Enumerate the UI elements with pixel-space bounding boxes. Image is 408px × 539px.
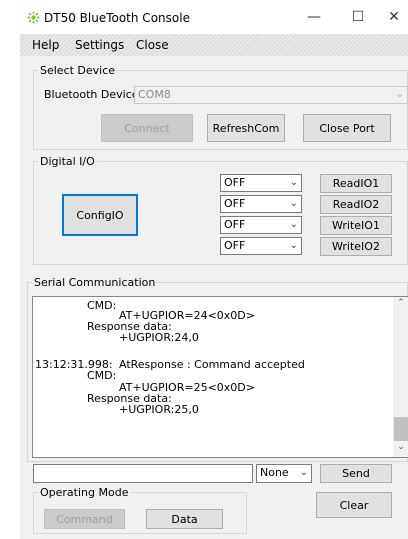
read-io2-button[interactable]: ReadIO2 xyxy=(320,195,392,214)
maximize-button[interactable]: ☐ xyxy=(336,0,380,34)
chevron-down-icon: ⌄ xyxy=(299,467,308,478)
io1-select[interactable]: OFF ⌄ xyxy=(220,174,302,192)
send-button[interactable]: Send xyxy=(320,464,392,483)
scroll-down-icon[interactable]: ⌄ xyxy=(394,442,408,456)
close-port-button[interactable]: Close Port xyxy=(303,114,391,142)
io2-select[interactable]: OFF ⌄ xyxy=(220,195,302,213)
send-input[interactable] xyxy=(33,464,253,483)
read-io1-button[interactable]: ReadIO1 xyxy=(320,174,392,193)
line-ending-select[interactable]: None ⌄ xyxy=(256,464,312,483)
refresh-com-button[interactable]: RefreshCom xyxy=(207,114,285,142)
log-label-6: CMD: xyxy=(87,369,117,382)
window-title: DT50 BlueTooth Console xyxy=(44,11,190,25)
io2-value: OFF xyxy=(224,197,246,210)
io4-value: OFF xyxy=(224,239,246,252)
serial-communication-legend: Serial Communication xyxy=(34,276,156,289)
write-io2-button[interactable]: WriteIO2 xyxy=(320,237,392,256)
clear-button[interactable]: Clear xyxy=(316,492,392,518)
io3-value: OFF xyxy=(224,218,246,231)
chevron-down-icon: ⌄ xyxy=(289,219,298,230)
close-window-button[interactable]: ✕ xyxy=(380,0,408,34)
data-mode-button[interactable]: Data xyxy=(146,509,223,529)
io4-select[interactable]: OFF ⌄ xyxy=(220,237,302,255)
chevron-down-icon: ⌄ xyxy=(395,89,404,100)
scroll-up-icon[interactable]: ⌃ xyxy=(394,298,408,312)
menu-close[interactable]: Close xyxy=(136,38,169,52)
log-label-0: CMD: xyxy=(87,299,117,312)
write-io1-button[interactable]: WriteIO1 xyxy=(320,216,392,235)
menu-settings[interactable]: Settings xyxy=(75,38,124,52)
select-device-legend: Select Device xyxy=(40,64,116,77)
bluetooth-device-value: COM8 xyxy=(138,88,171,101)
log-text-5: AtResponse : Command accepted xyxy=(119,358,305,371)
connect-button[interactable]: Connect xyxy=(101,114,193,142)
log-text-9: +UGPIOR:25,0 xyxy=(119,403,199,416)
command-mode-button[interactable]: Command xyxy=(44,509,125,529)
bluetooth-device-label: Bluetooth Device xyxy=(44,88,139,101)
chevron-down-icon: ⌄ xyxy=(289,177,298,188)
digital-io-legend: Digital I/O xyxy=(40,155,95,168)
line-ending-value: None xyxy=(260,466,289,479)
scrollbar-thumb[interactable] xyxy=(394,417,408,441)
menu-help[interactable]: Help xyxy=(32,38,59,52)
log-text-3: +UGPIOR:24,0 xyxy=(119,331,199,344)
app-icon xyxy=(27,11,40,24)
serial-log[interactable]: CMD: AT+UGPIOR=24<0x0D> Response data: +… xyxy=(32,296,408,458)
operating-mode-legend: Operating Mode xyxy=(40,486,129,499)
chevron-down-icon: ⌄ xyxy=(289,240,298,251)
io1-value: OFF xyxy=(224,176,246,189)
chevron-down-icon: ⌄ xyxy=(289,198,298,209)
minimize-button[interactable]: — xyxy=(292,0,336,34)
io3-select[interactable]: OFF ⌄ xyxy=(220,216,302,234)
config-io-button[interactable]: ConfigIO xyxy=(62,194,138,236)
bluetooth-device-select[interactable]: COM8 ⌄ xyxy=(134,86,408,104)
